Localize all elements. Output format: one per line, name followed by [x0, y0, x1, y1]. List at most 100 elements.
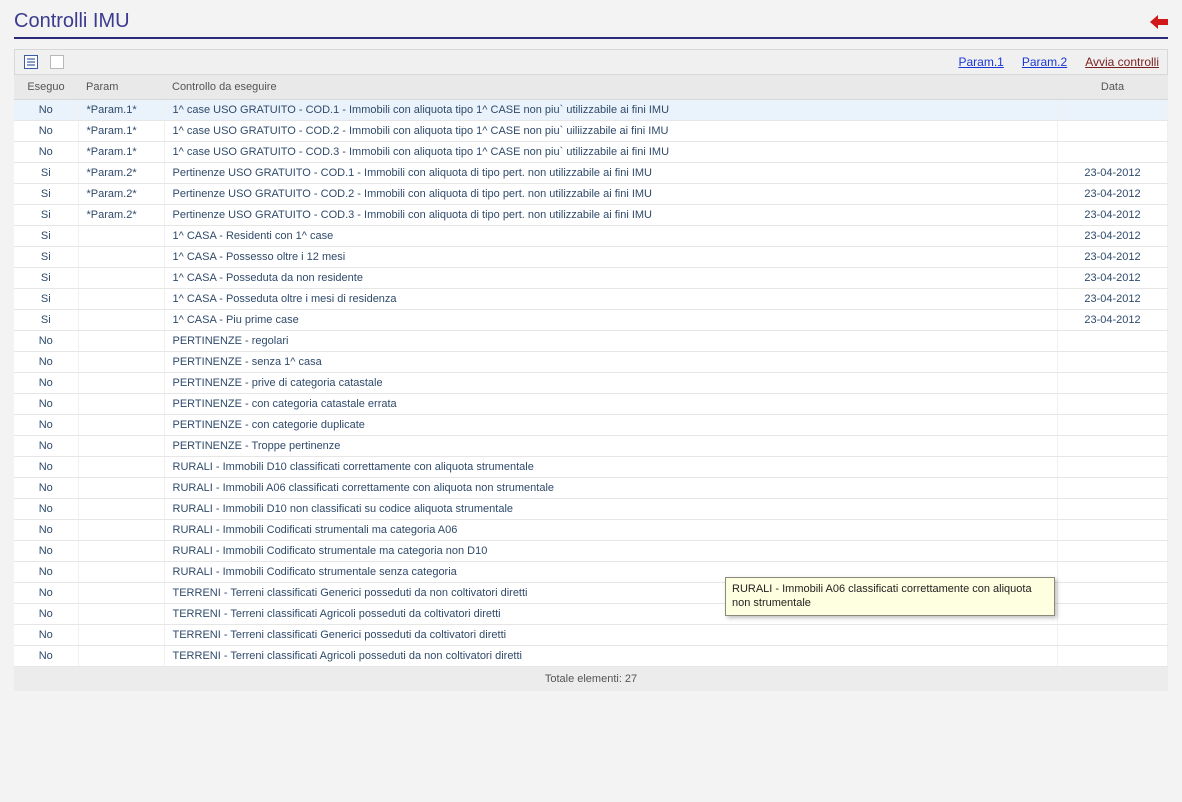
table-row[interactable]: Si1^ CASA - Posseduta oltre i mesi di re…: [14, 289, 1168, 310]
back-arrow-icon[interactable]: [1150, 15, 1168, 29]
cell-param: [78, 415, 164, 436]
cell-desc: 1^ case USO GRATUITO - COD.1 - Immobili …: [164, 100, 1058, 121]
cell-desc: PERTINENZE - Troppe pertinenze: [164, 436, 1058, 457]
cell-param: [78, 457, 164, 478]
table-row[interactable]: No RURALI - Immobili Codificati strumenta…: [14, 520, 1168, 541]
table-row[interactable]: No PERTINENZE - con categorie duplicate: [14, 415, 1168, 436]
avvia-controlli-link[interactable]: Avvia controlli: [1085, 55, 1159, 69]
cell-eseguo: No: [14, 604, 78, 625]
cell-data: [1058, 499, 1168, 520]
cell-eseguo: No: [14, 436, 78, 457]
cell-data: [1058, 331, 1168, 352]
cell-eseguo: No: [14, 394, 78, 415]
cell-data: [1058, 562, 1168, 583]
cell-eseguo: Si: [14, 268, 78, 289]
cell-eseguo: No: [14, 352, 78, 373]
cell-eseguo: Si: [14, 163, 78, 184]
cell-desc: RURALI - Immobili A06 classificati corre…: [164, 478, 1058, 499]
table-row[interactable]: No*Param.1*1^ case USO GRATUITO - COD.1 …: [14, 100, 1168, 121]
cell-data: [1058, 520, 1168, 541]
table-row[interactable]: NoRURALI - Immobili Codificato strumenta…: [14, 541, 1168, 562]
cell-param: *Param.2*: [78, 205, 164, 226]
table-row[interactable]: Si1^ CASA - Posseduta da non residente23…: [14, 268, 1168, 289]
cell-param: [78, 646, 164, 667]
cell-data: [1058, 415, 1168, 436]
title-bar: Controlli IMU: [14, 10, 1168, 39]
cell-eseguo: No: [14, 583, 78, 604]
cell-eseguo: No: [14, 100, 78, 121]
table-row[interactable]: No PERTINENZE - Troppe pertinenze: [14, 436, 1168, 457]
cell-desc: PERTINENZE - con categoria catastale err…: [164, 394, 1058, 415]
table-row[interactable]: No TERRENI - Terreni classificati Generic…: [14, 625, 1168, 646]
cell-desc: TERRENI - Terreni classificati Generici …: [164, 625, 1058, 646]
table-row[interactable]: Si*Param.2*Pertinenze USO GRATUITO - COD…: [14, 184, 1168, 205]
table-row[interactable]: No*Param.1*1^ case USO GRATUITO - COD.2 …: [14, 121, 1168, 142]
table-row[interactable]: NoRURALI - Immobili D10 classificati cor…: [14, 457, 1168, 478]
select-all-icon[interactable]: [23, 54, 39, 70]
cell-desc: 1^ CASA - Residenti con 1^ case: [164, 226, 1058, 247]
cell-desc: 1^ case USO GRATUITO - COD.3 - Immobili …: [164, 142, 1058, 163]
cell-eseguo: No: [14, 646, 78, 667]
cell-data: [1058, 457, 1168, 478]
cell-eseguo: Si: [14, 226, 78, 247]
table-row[interactable]: Si1^ CASA - Possesso oltre i 12 mesi23-0…: [14, 247, 1168, 268]
cell-eseguo: No: [14, 625, 78, 646]
table-row[interactable]: NoTERRENI - Terreni classificati Agricol…: [14, 646, 1168, 667]
cell-param: [78, 541, 164, 562]
cell-desc: 1^ case USO GRATUITO - COD.2 - Immobili …: [164, 121, 1058, 142]
table-row[interactable]: Si 1^ CASA - Residenti con 1^ case23-04-2…: [14, 226, 1168, 247]
cell-data: [1058, 100, 1168, 121]
cell-data: [1058, 394, 1168, 415]
cell-eseguo: No: [14, 142, 78, 163]
cell-eseguo: No: [14, 499, 78, 520]
cell-eseguo: Si: [14, 310, 78, 331]
cell-data: [1058, 478, 1168, 499]
cell-data: [1058, 436, 1168, 457]
cell-data: [1058, 541, 1168, 562]
cell-param: [78, 499, 164, 520]
cell-desc: PERTINENZE - senza 1^ casa: [164, 352, 1058, 373]
col-desc-header[interactable]: Controllo da eseguire: [164, 75, 1058, 100]
cell-param: *Param.2*: [78, 163, 164, 184]
table-row[interactable]: No PERTINENZE - senza 1^ casa: [14, 352, 1168, 373]
cell-param: [78, 583, 164, 604]
cell-eseguo: No: [14, 373, 78, 394]
cell-param: [78, 268, 164, 289]
col-eseguo-header[interactable]: Eseguo: [14, 75, 78, 100]
table-row[interactable]: No*Param.1*1^ case USO GRATUITO - COD.3 …: [14, 142, 1168, 163]
table-row[interactable]: No PERTINENZE - con categoria catastale e…: [14, 394, 1168, 415]
cell-param: [78, 436, 164, 457]
table-row[interactable]: NoPERTINENZE - regolari: [14, 331, 1168, 352]
cell-eseguo: Si: [14, 184, 78, 205]
cell-eseguo: No: [14, 478, 78, 499]
param2-link[interactable]: Param.2: [1022, 55, 1067, 69]
cell-param: *Param.2*: [78, 184, 164, 205]
page-title: Controlli IMU: [14, 10, 130, 33]
cell-param: [78, 247, 164, 268]
cell-param: [78, 604, 164, 625]
cell-data: 23-04-2012: [1058, 226, 1168, 247]
col-data-header[interactable]: Data: [1058, 75, 1168, 100]
cell-eseguo: No: [14, 520, 78, 541]
cell-param: *Param.1*: [78, 142, 164, 163]
cell-data: [1058, 352, 1168, 373]
footer-total: Totale elementi: 27: [14, 667, 1168, 691]
cell-param: [78, 520, 164, 541]
table-row[interactable]: Si1^ CASA - Piu prime case23-04-2012: [14, 310, 1168, 331]
cell-param: *Param.1*: [78, 100, 164, 121]
cell-param: [78, 373, 164, 394]
param1-link[interactable]: Param.1: [958, 55, 1003, 69]
cell-desc: PERTINENZE - prive di categoria catastal…: [164, 373, 1058, 394]
table-row[interactable]: NoRURALI - Immobili D10 non classificati…: [14, 499, 1168, 520]
deselect-all-icon[interactable]: [49, 54, 65, 70]
table-row[interactable]: No RURALI - Immobili A06 classificati cor…: [14, 478, 1168, 499]
cell-param: [78, 394, 164, 415]
cell-desc: PERTINENZE - con categorie duplicate: [164, 415, 1058, 436]
cell-desc: RURALI - Immobili Codificati strumentali…: [164, 520, 1058, 541]
cell-eseguo: No: [14, 415, 78, 436]
table-row[interactable]: Si*Param.2*Pertinenze USO GRATUITO - COD…: [14, 163, 1168, 184]
table-row[interactable]: No PERTINENZE - prive di categoria catast…: [14, 373, 1168, 394]
table-row[interactable]: Si*Param.2*Pertinenze USO GRATUITO - COD…: [14, 205, 1168, 226]
cell-eseguo: Si: [14, 205, 78, 226]
col-param-header[interactable]: Param: [78, 75, 164, 100]
